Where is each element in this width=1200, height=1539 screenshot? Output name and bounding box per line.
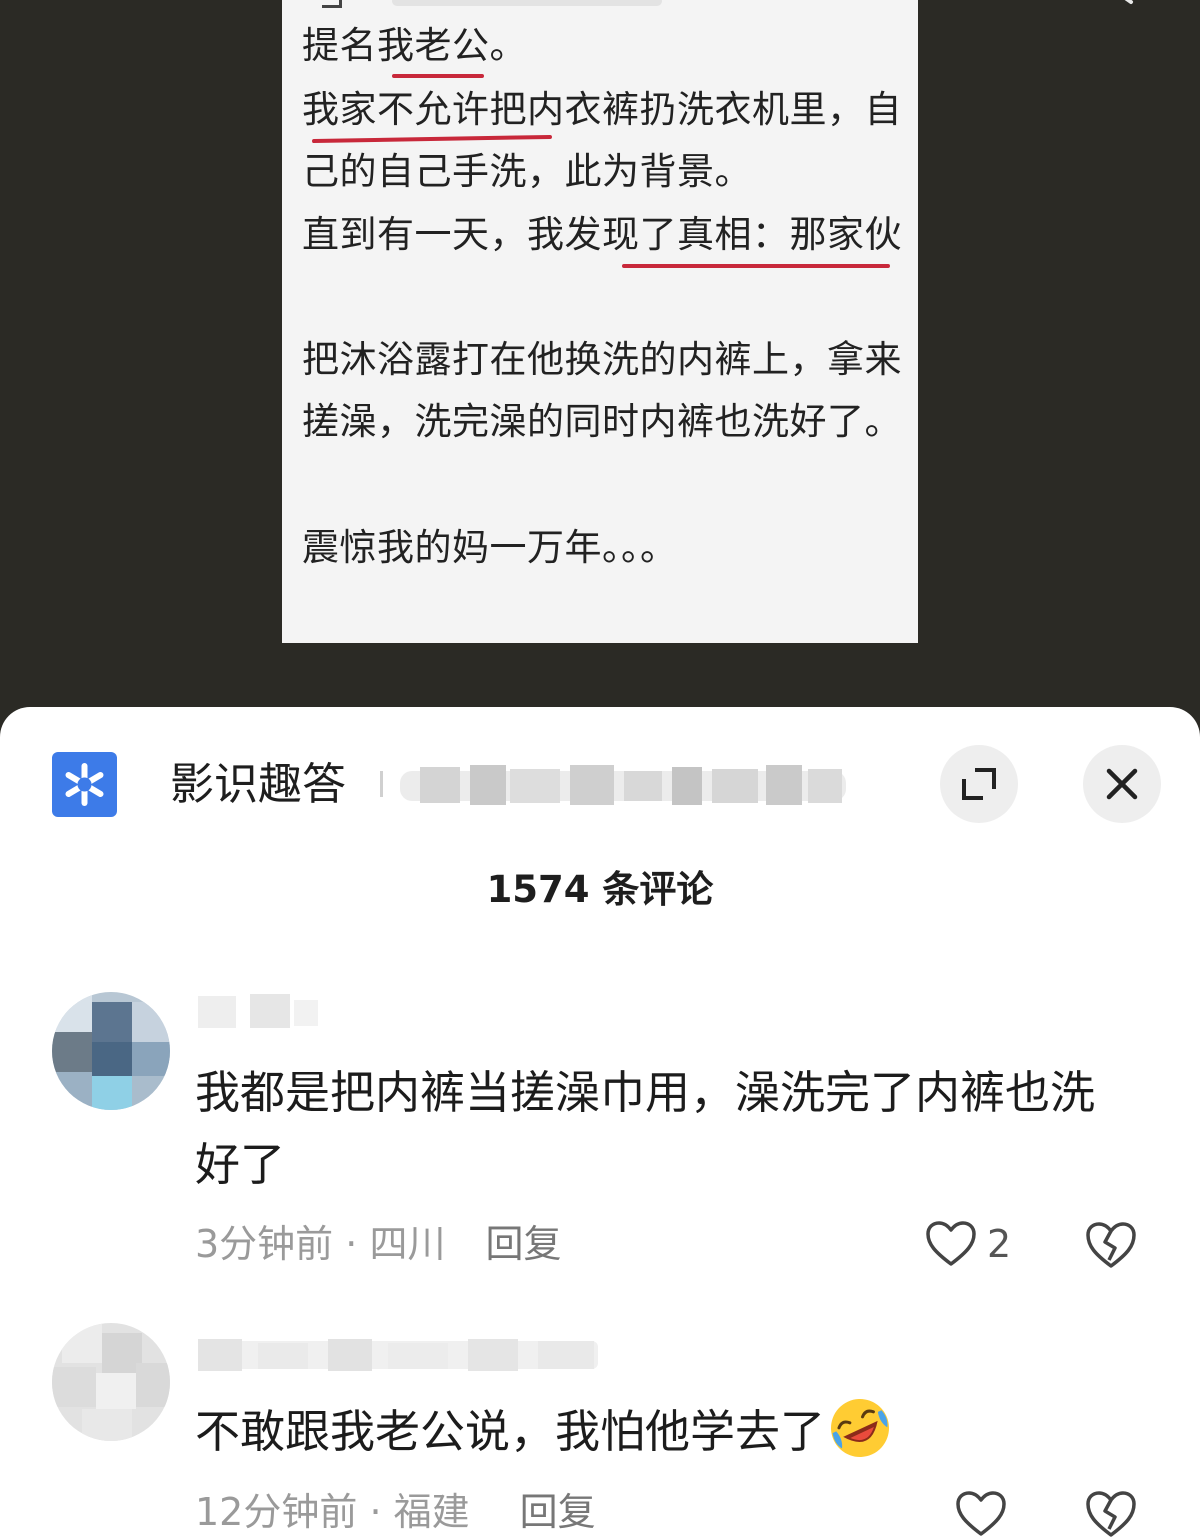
comment-sheet: 影识趣答 1574 条评论 我都是把内裤当搓澡巾用，澡洗完了内裤也洗好了 3分钟… [0,707,1200,1539]
avatar[interactable] [52,1323,170,1441]
expand-button[interactable] [940,745,1018,823]
meta-separator: · [333,1222,370,1266]
close-icon [1106,768,1138,800]
comment-location: 四川 [369,1222,446,1266]
comment-meta: 12分钟前 · 福建 回复 [195,1489,596,1535]
close-corner-icon[interactable] [1105,0,1145,12]
avatar[interactable] [52,992,170,1110]
post-line-5: 把沐浴露打在他换洗的内裤上，拿来 [302,338,902,381]
comment-location: 福建 [393,1490,470,1534]
comment-text: 不敢跟我老公说，我怕他学去了 [195,1395,1125,1468]
post-image[interactable]: 提名我老公。 我家不允许把内衣裤扔洗衣机里，自 己的自己手洗，此为背景。 直到有… [282,0,918,643]
expand-icon [962,768,996,800]
close-button[interactable] [1083,745,1161,823]
underline-mark [392,74,484,78]
post-line-7: 震惊我的妈一万年。。。 [302,526,678,569]
reply-button[interactable]: 回复 [485,1222,561,1266]
comment-meta: 3分钟前 · 四川 回复 [195,1221,561,1267]
comment-text: 我都是把内裤当搓澡巾用，澡洗完了内裤也洗好了 [195,1066,1096,1191]
reply-button[interactable]: 回复 [520,1490,596,1534]
blurred-video-title [400,765,846,805]
underline-mark [622,264,890,268]
post-line-3: 己的自己手洗，此为背景。 [302,150,752,193]
post-line-1: 提名我老公。 [302,24,527,67]
broken-heart-icon[interactable] [1085,1489,1137,1539]
post-line-4: 直到有一天，我发现了真相：那家伙 [302,213,902,256]
like-button[interactable]: 2 [925,1219,1011,1269]
blurred-username[interactable] [198,1335,598,1375]
meta-separator: · [357,1490,394,1534]
comment-text-content: 不敢跟我老公说，我怕他学去了 [195,1405,826,1458]
post-viewer: 提名我老公。 我家不允许把内衣裤扔洗衣机里，自 己的自己手洗，此为背景。 直到有… [0,0,1200,720]
comment-count: 1574 条评论 [486,868,714,911]
title-divider [380,771,383,797]
asterisk-icon [65,763,104,806]
app-logo[interactable] [52,752,117,817]
blurred-username[interactable] [198,992,318,1032]
like-button[interactable] [955,1489,1007,1539]
underline-mark [311,134,553,144]
heart-icon [956,1491,1006,1536]
broken-heart-icon[interactable] [1085,1220,1137,1270]
rolling-laughing-emoji-icon [831,1399,890,1457]
post-line-6: 搓澡，洗完澡的同时内裤也洗好了。 [302,400,902,443]
comment-time: 12分钟前 [195,1490,358,1534]
post-line-2: 我家不允许把内衣裤扔洗衣机里，自 [302,88,902,131]
like-count: 2 [987,1222,1012,1266]
heart-icon [926,1221,976,1266]
comment-time: 3分钟前 [195,1222,334,1266]
app-name[interactable]: 影识趣答 [170,759,346,811]
